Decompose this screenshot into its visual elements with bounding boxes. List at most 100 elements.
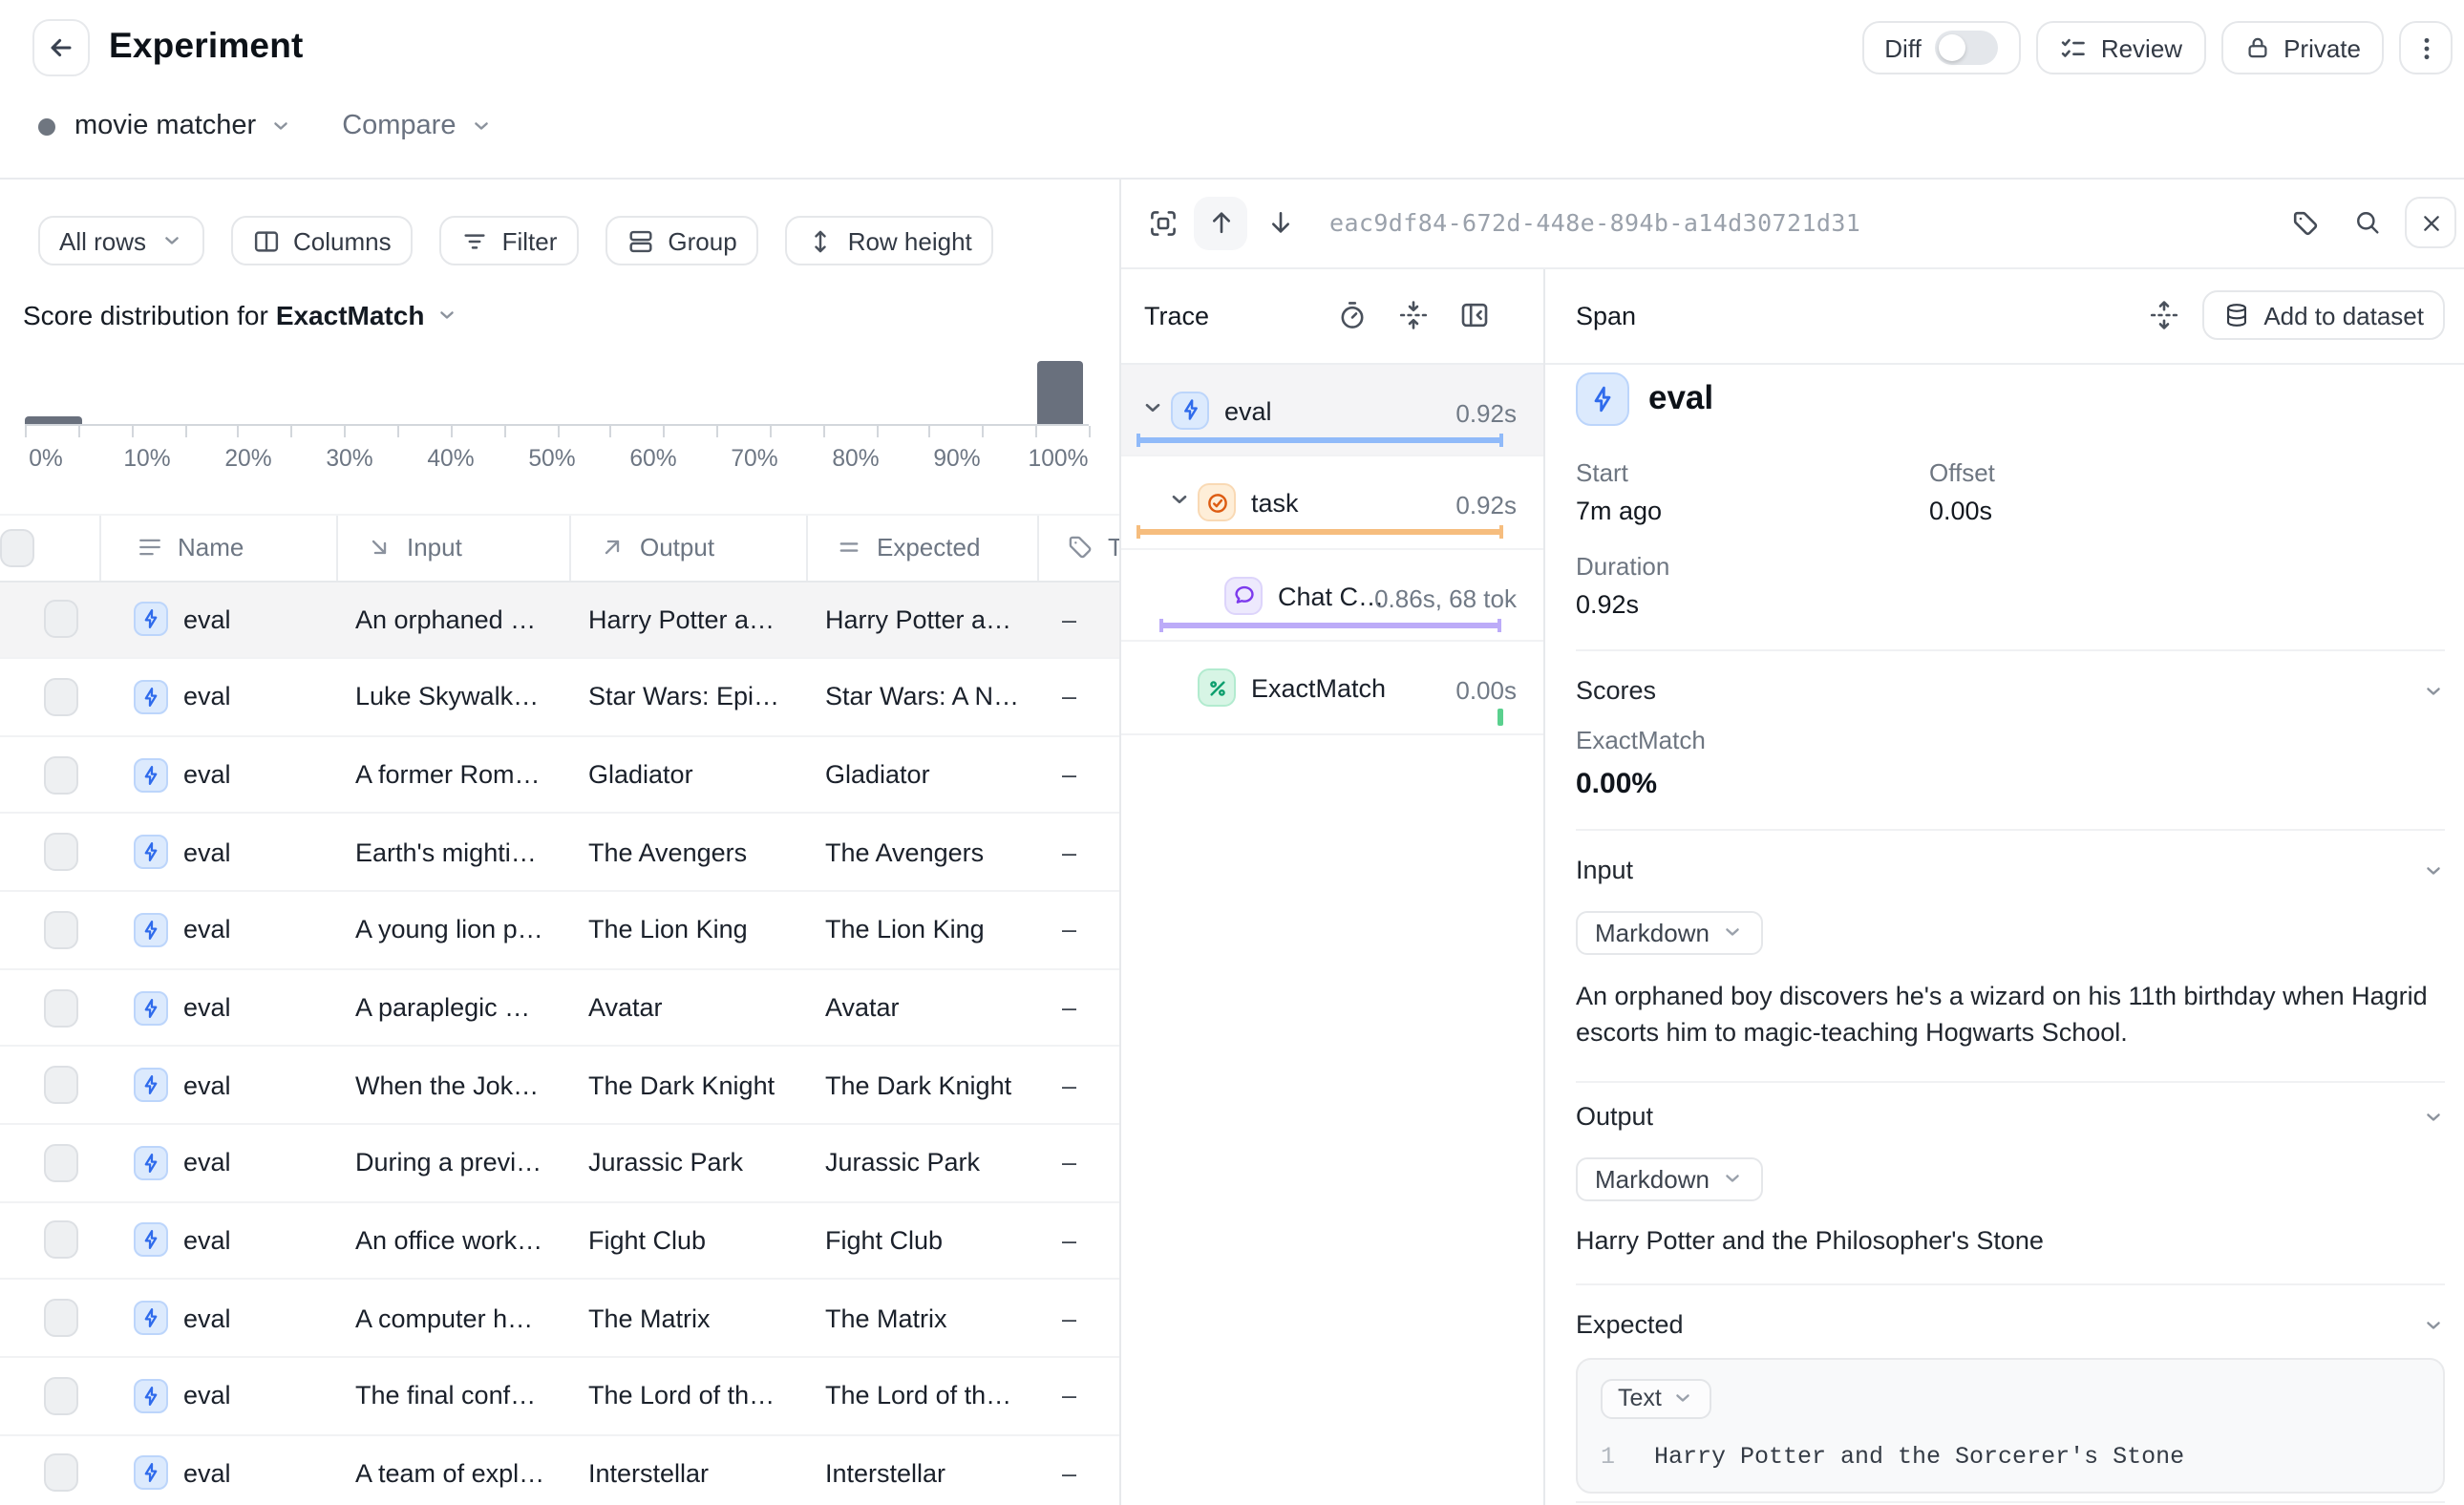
chevron-down-icon[interactable] <box>469 115 492 138</box>
row-output: Avatar <box>569 969 806 1045</box>
diff-toggle-switch[interactable] <box>1935 31 1998 65</box>
row-checkbox[interactable] <box>44 1299 78 1337</box>
row-checkbox[interactable] <box>44 601 78 639</box>
back-button[interactable] <box>32 19 90 76</box>
toolbar-button-columns[interactable]: Columns <box>230 216 413 265</box>
add-to-dataset-button[interactable]: Add to dataset <box>2202 290 2445 340</box>
search-button[interactable] <box>2342 198 2393 249</box>
output-format-select[interactable]: Markdown <box>1576 1156 1763 1200</box>
span-detail-pane: Span Add to dataset eval <box>1545 268 2464 1505</box>
column-header-input[interactable]: Input <box>336 516 569 580</box>
table-row[interactable]: evalThe final conf…The Lord of th…The Lo… <box>0 1358 1119 1435</box>
table-row[interactable]: evalA computer h…The MatrixThe Matrix– <box>0 1281 1119 1358</box>
toolbar-button-filter[interactable]: Filter <box>439 216 579 265</box>
trace-span-row-eval[interactable]: eval0.92s <box>1121 364 1543 456</box>
row-checkbox[interactable] <box>44 755 78 794</box>
histogram-bar[interactable] <box>25 415 82 423</box>
chevron-down-icon[interactable] <box>435 304 458 327</box>
row-checkbox[interactable] <box>44 1144 78 1182</box>
row-checkbox[interactable] <box>44 833 78 871</box>
row-output: The Lord of th… <box>569 1358 806 1433</box>
row-expected: The Avengers <box>806 815 1037 890</box>
diff-label: Diff <box>1884 33 1922 62</box>
row-checkbox[interactable] <box>44 1221 78 1260</box>
row-name: eval <box>183 916 231 944</box>
trace-span-row-task[interactable]: task0.92s <box>1121 456 1543 549</box>
diff-toggle-button[interactable]: Diff <box>1861 21 2021 74</box>
row-checkbox[interactable] <box>44 988 78 1027</box>
scores-section-header[interactable]: Scores <box>1576 677 2445 704</box>
chevron-down-icon[interactable] <box>1140 394 1165 419</box>
toolbar-button-group[interactable]: Group <box>605 216 757 265</box>
row-name: eval <box>183 605 231 634</box>
private-button[interactable]: Private <box>2220 21 2384 74</box>
row-expected: Avatar <box>806 969 1037 1045</box>
table-row[interactable]: evalAn orphaned …Harry Potter a…Harry Po… <box>0 582 1119 659</box>
select-all-checkbox[interactable] <box>0 529 34 567</box>
group-icon <box>626 226 654 255</box>
table-row[interactable]: evalAn office work…Fight ClubFight Club– <box>0 1202 1119 1280</box>
trace-span-row-chat[interactable]: Chat C…0.86s, 68 tok <box>1121 549 1543 642</box>
table-row[interactable]: evalDuring a previ…Jurassic ParkJurassic… <box>0 1125 1119 1202</box>
table-row[interactable]: evalA team of expl…InterstellarInterstel… <box>0 1435 1119 1505</box>
eval-row-icon <box>134 680 168 714</box>
column-header-output[interactable]: Output <box>569 516 806 580</box>
table-row[interactable]: evalEarth's mighti…The AvengersThe Aveng… <box>0 815 1119 892</box>
axis-tick <box>663 426 665 437</box>
span-name: eval <box>1648 378 1713 418</box>
experiment-name-dropdown[interactable]: movie matcher <box>74 111 256 141</box>
column-header-expected[interactable]: Expected <box>806 516 1037 580</box>
table-row[interactable]: evalLuke Skywalk…Star Wars: Epi…Star War… <box>0 659 1119 736</box>
fold-vertical-icon[interactable] <box>1398 300 1429 330</box>
expected-format-select[interactable]: Text <box>1601 1378 1711 1418</box>
row-expected: The Matrix <box>806 1281 1037 1356</box>
axis-tick <box>876 426 878 437</box>
span-duration: 0.00s <box>1455 676 1517 705</box>
row-checkbox[interactable] <box>44 1454 78 1493</box>
expected-text: Harry Potter and the Sorcerer's Stone <box>1654 1443 2184 1470</box>
more-menu-button[interactable] <box>2399 21 2453 74</box>
row-output: Jurassic Park <box>569 1125 806 1200</box>
input-section-header[interactable]: Input <box>1576 857 2445 883</box>
row-expected: Gladiator <box>806 737 1037 813</box>
row-checkbox[interactable] <box>44 1376 78 1414</box>
collapse-panel-icon[interactable] <box>1459 300 1490 330</box>
next-row-button[interactable] <box>1253 197 1306 250</box>
compare-dropdown[interactable]: Compare <box>342 111 456 141</box>
table-row[interactable]: evalA young lion p…The Lion KingThe Lion… <box>0 892 1119 969</box>
output-section-header[interactable]: Output <box>1576 1103 2445 1130</box>
tag-button[interactable] <box>2279 198 2330 249</box>
chevron-down-icon[interactable] <box>269 115 292 138</box>
row-output: Gladiator <box>569 737 806 813</box>
row-checkbox[interactable] <box>44 678 78 716</box>
input-format-select[interactable]: Markdown <box>1576 910 1763 954</box>
previous-row-button[interactable] <box>1194 197 1247 250</box>
table-row[interactable]: evalWhen the Jok…The Dark KnightThe Dark… <box>0 1048 1119 1125</box>
row-tags: – <box>1037 1202 1119 1278</box>
review-button[interactable]: Review <box>2036 21 2205 74</box>
toolbar-button-all-rows[interactable]: All rows <box>38 216 203 265</box>
row-checkbox[interactable] <box>44 1066 78 1104</box>
score-span-icon <box>1198 668 1236 707</box>
close-panel-button[interactable] <box>2405 198 2456 249</box>
table-row[interactable]: evalA paraplegic …AvatarAvatar– <box>0 969 1119 1047</box>
axis-tick <box>770 426 772 437</box>
trace-span-row-score[interactable]: ExactMatch0.00s <box>1121 642 1543 734</box>
table-row[interactable]: evalA former Rom…GladiatorGladiator– <box>0 737 1119 815</box>
row-name: eval <box>183 837 231 866</box>
unfold-vertical-icon[interactable] <box>2149 300 2179 330</box>
toolbar-button-row-height[interactable]: Row height <box>785 216 993 265</box>
eval-span-icon <box>1171 391 1209 429</box>
timer-icon[interactable] <box>1337 300 1368 330</box>
expand-fullscreen-button[interactable] <box>1136 198 1188 249</box>
histogram-bar[interactable] <box>1037 360 1083 423</box>
arrow-down-right-icon <box>365 534 393 562</box>
row-checkbox[interactable] <box>44 911 78 949</box>
chevron-down-icon[interactable] <box>1167 487 1192 512</box>
column-header-name[interactable]: Name <box>99 516 336 580</box>
column-header-tags[interactable]: Tags <box>1037 516 1119 580</box>
span-duration: 0.92s <box>1455 398 1517 427</box>
expected-section-header[interactable]: Expected <box>1576 1311 2445 1338</box>
row-input: An office work… <box>336 1202 569 1278</box>
arrow-up-icon <box>1206 209 1235 238</box>
